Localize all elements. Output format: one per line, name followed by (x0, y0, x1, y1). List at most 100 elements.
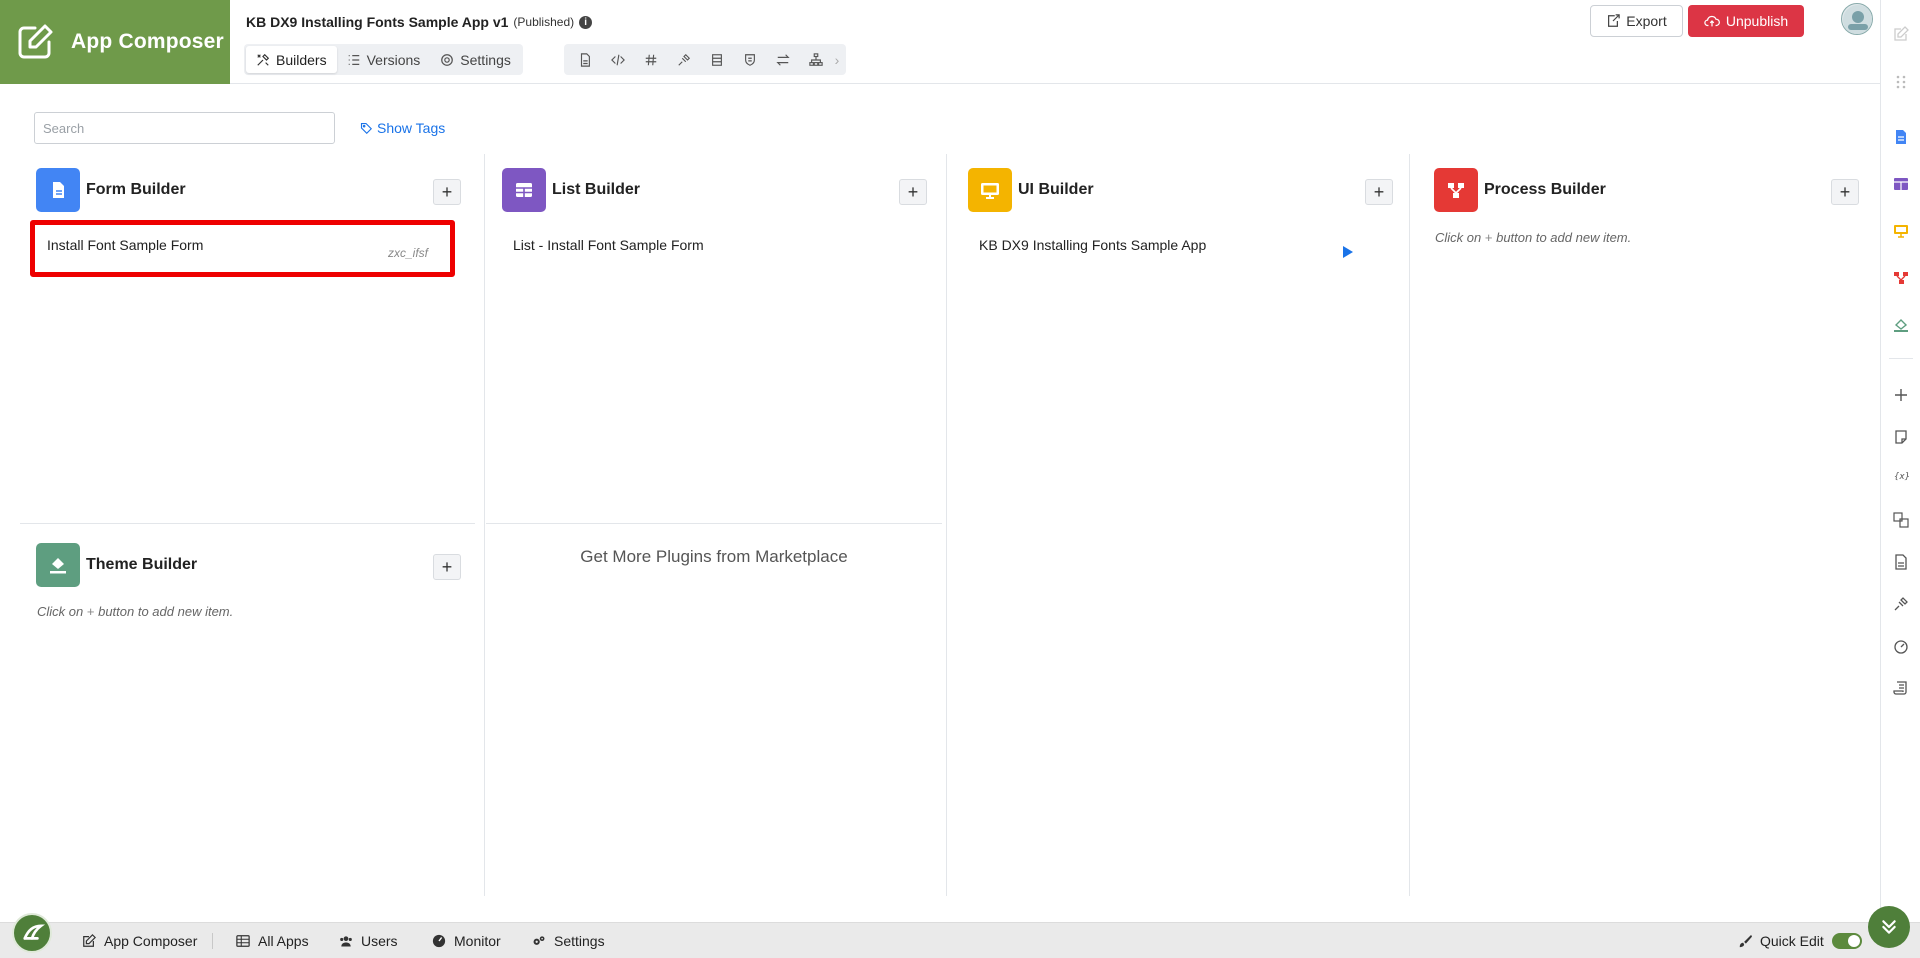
brand-name: App Composer (71, 30, 224, 53)
toolbar-code[interactable] (601, 46, 634, 73)
footer-users-label: Users (361, 933, 398, 949)
sitemap-icon (808, 52, 823, 66)
brand[interactable]: App Composer (0, 0, 230, 84)
marketplace-link[interactable]: Get More Plugins from Marketplace (486, 547, 942, 567)
header: App Composer KB DX9 Installing Fonts Sam… (0, 0, 1880, 84)
edit-icon (83, 934, 96, 947)
tab-builders[interactable]: Builders (246, 46, 337, 73)
rail-translate-icon[interactable] (1892, 511, 1910, 529)
export-label: Export (1626, 13, 1667, 29)
quick-edit-label: Quick Edit (1760, 933, 1824, 949)
grid-icon (236, 935, 250, 947)
rail-note-icon[interactable] (1892, 428, 1910, 446)
toolbar-shield[interactable] (733, 46, 766, 73)
rail-scroll-icon[interactable] (1892, 679, 1910, 697)
double-chevron-down-icon (1882, 920, 1896, 934)
tab-versions[interactable]: Versions (337, 46, 431, 73)
cloud-icon (1704, 15, 1720, 27)
swap-icon (775, 53, 790, 66)
toolbar-hash[interactable] (634, 46, 667, 73)
rail-ui-icon[interactable] (1892, 222, 1910, 240)
show-tags-link[interactable]: Show Tags (360, 120, 445, 136)
footer-users[interactable]: Users (339, 933, 398, 949)
form-builder-add-button[interactable]: + (433, 179, 461, 205)
list-item[interactable]: List - Install Font Sample Form (513, 237, 704, 253)
form-builder-header: Form Builder (36, 168, 186, 212)
rail-process-icon[interactable] (1892, 269, 1910, 287)
footer-app-composer[interactable]: App Composer (82, 933, 197, 949)
search-input[interactable] (34, 112, 335, 144)
rail-plugin-icon[interactable] (1892, 595, 1910, 613)
tab-settings[interactable]: Settings (430, 46, 521, 73)
rail-add-icon[interactable] (1892, 386, 1910, 404)
hint-plus: + (86, 604, 95, 619)
toolbar-plugin[interactable] (667, 46, 700, 73)
toolbar-table[interactable] (700, 46, 733, 73)
form-item[interactable]: Install Font Sample Form (47, 237, 203, 253)
avatar[interactable] (1841, 3, 1873, 35)
brush-icon (1739, 934, 1752, 948)
collapse-button[interactable] (1868, 906, 1910, 948)
ui-builder-title: UI Builder (1018, 181, 1094, 198)
rail-drag-icon[interactable] (1892, 73, 1910, 91)
process-builder-icon (1434, 168, 1478, 212)
svg-text:{x}: {x} (1894, 472, 1909, 482)
gear-icon (441, 53, 454, 66)
versions-icon (348, 54, 359, 65)
form-item-id: zxc_ifsf (388, 246, 429, 260)
toolbar-sitemap[interactable] (799, 46, 832, 73)
file-icon (580, 52, 590, 67)
footer: App Composer All Apps Users Monitor Sett… (0, 913, 1920, 958)
process-builder-title: Process Builder (1484, 181, 1606, 198)
footer-monitor[interactable]: Monitor (432, 933, 501, 949)
rail-form-icon[interactable] (1892, 128, 1910, 146)
export-icon (1608, 14, 1621, 27)
hint-text-before: Click on (1435, 230, 1482, 245)
rail-variables-icon[interactable]: {x} (1892, 467, 1910, 485)
tab-settings-label: Settings (460, 51, 511, 68)
logo-icon (23, 924, 46, 940)
toolbar: › (564, 44, 846, 75)
column-divider (484, 154, 485, 896)
footer-settings[interactable]: Settings (532, 933, 605, 949)
gauge-icon (432, 934, 446, 948)
rail-theme-icon[interactable] (1892, 316, 1910, 334)
theme-builder-title: Theme Builder (86, 556, 198, 573)
list-builder-header: List Builder (502, 168, 640, 212)
info-icon[interactable]: i (579, 15, 593, 29)
play-icon[interactable] (1342, 245, 1354, 259)
ui-builder-add-button[interactable]: + (1365, 179, 1393, 205)
ui-builder-header: UI Builder (968, 168, 1094, 212)
ui-item[interactable]: KB DX9 Installing Fonts Sample App (979, 237, 1206, 253)
toolbar-file[interactable] (568, 46, 601, 73)
plug-icon (677, 53, 690, 66)
toolbar-swap[interactable] (766, 46, 799, 73)
avatar-image (1843, 5, 1872, 34)
quick-edit[interactable]: Quick Edit (1738, 933, 1862, 949)
rail-divider (1889, 358, 1913, 359)
toolbar-more-icon[interactable]: › (832, 52, 842, 68)
rail-edit-icon[interactable] (1892, 25, 1910, 43)
shield-icon (744, 53, 755, 66)
unpublish-label: Unpublish (1725, 13, 1789, 29)
footer-settings-label: Settings (554, 933, 605, 949)
app-title: KB DX9 Installing Fonts Sample App v1 (P… (246, 14, 593, 30)
theme-builder-add-button[interactable]: + (433, 554, 461, 580)
quick-edit-toggle[interactable] (1831, 933, 1862, 949)
list-builder-add-button[interactable]: + (899, 179, 927, 205)
rail-list-icon[interactable] (1892, 175, 1910, 193)
table-icon (711, 53, 722, 66)
footer-all-apps[interactable]: All Apps (236, 933, 309, 949)
tab-builders-label: Builders (276, 51, 327, 68)
process-builder-add-button[interactable]: + (1831, 179, 1859, 205)
export-button[interactable]: Export (1590, 5, 1683, 37)
rail-document-icon[interactable] (1892, 553, 1910, 571)
code-icon (610, 54, 625, 65)
unpublish-button[interactable]: Unpublish (1688, 5, 1804, 37)
footer-logo[interactable] (12, 913, 52, 953)
list-builder-icon (502, 168, 546, 212)
form-builder-title: Form Builder (86, 181, 186, 198)
show-tags-label: Show Tags (377, 120, 446, 136)
list-builder-title: List Builder (552, 181, 641, 198)
rail-gauge-icon[interactable] (1892, 637, 1910, 655)
